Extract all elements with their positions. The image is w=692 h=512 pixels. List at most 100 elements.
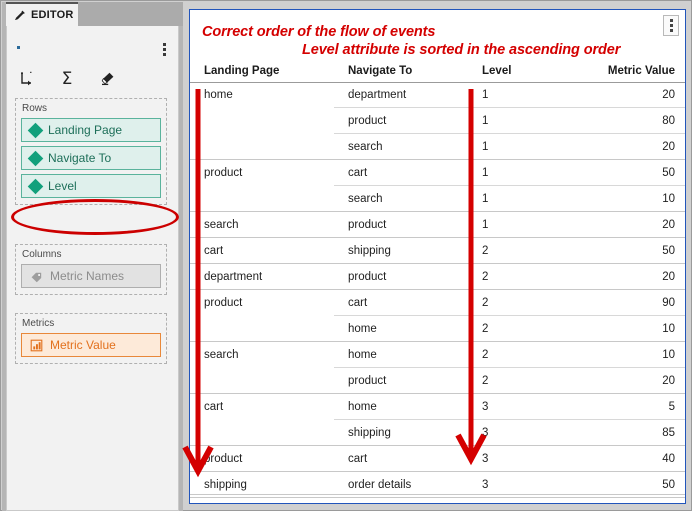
shelf-item-metric-value[interactable]: Metric Value — [21, 333, 161, 357]
cell-navigate: department — [348, 89, 407, 101]
cell-navigate: product — [348, 219, 387, 231]
table-row[interactable]: search 1 20 — [190, 134, 685, 160]
cell-level: 2 — [482, 245, 489, 257]
cell-landing: cart — [204, 245, 224, 257]
cell-level: 3 — [482, 479, 489, 491]
cell-landing: cart — [204, 401, 224, 413]
shelf-item-navigate-to[interactable]: Navigate To — [21, 146, 161, 170]
cell-level: 3 — [482, 453, 489, 465]
cell-metric: 90 — [662, 297, 675, 309]
shelf-metrics: Metrics Metric Value — [15, 313, 167, 364]
cell-level: 2 — [482, 323, 489, 335]
cell-level: 1 — [482, 115, 489, 127]
cell-metric: 10 — [662, 349, 675, 361]
diamond-icon — [27, 150, 44, 166]
editor-panel: EDITOR Σ Rows Landing Page Navigate To L… — [2, 2, 183, 511]
table-row[interactable]: search 1 10 — [190, 186, 685, 212]
cell-navigate: product — [348, 115, 387, 127]
editor-overflow-menu-icon[interactable] — [157, 40, 171, 58]
shelf-columns-title: Columns — [22, 249, 62, 260]
cell-metric: 20 — [662, 141, 675, 153]
table-row[interactable]: product cart 1 50 — [190, 160, 685, 186]
sigma-icon[interactable]: Σ — [57, 69, 77, 89]
cell-level: 1 — [482, 219, 489, 231]
annotation-flow-order: Correct order of the flow of events — [202, 24, 436, 40]
application-window: EDITOR Σ Rows Landing Page Navigate To L… — [0, 0, 692, 511]
shelf-item-level[interactable]: Level — [21, 174, 161, 198]
annotation-level-sorted: Level attribute is sorted in the ascendi… — [302, 42, 621, 58]
cell-navigate: order details — [348, 479, 412, 491]
branch-icon[interactable] — [17, 69, 37, 89]
row-divider — [190, 497, 685, 498]
shelf-item-label: Navigate To — [48, 151, 112, 165]
cell-navigate: shipping — [348, 245, 391, 257]
cell-landing: search — [204, 219, 239, 231]
shelf-item-label: Metric Names — [50, 269, 125, 283]
cell-metric: 50 — [662, 479, 675, 491]
cell-metric: 10 — [662, 323, 675, 335]
table-row[interactable]: home 2 10 — [190, 316, 685, 342]
cell-navigate: home — [348, 401, 377, 413]
table-row[interactable]: product 1 80 — [190, 108, 685, 134]
cell-level: 2 — [482, 297, 489, 309]
cell-metric: 20 — [662, 375, 675, 387]
column-header-level[interactable]: Level — [482, 65, 511, 77]
diamond-icon — [27, 178, 44, 194]
table-row[interactable]: home department 1 20 — [190, 82, 685, 108]
cell-level: 1 — [482, 193, 489, 205]
cell-level: 1 — [482, 89, 489, 101]
table-row[interactable]: shipping 3 85 — [190, 420, 685, 446]
cell-navigate: cart — [348, 297, 368, 309]
table-row[interactable]: cart home 3 5 — [190, 394, 685, 420]
cell-metric: 20 — [662, 89, 675, 101]
cell-metric: 50 — [662, 167, 675, 179]
cell-navigate: home — [348, 323, 377, 335]
table-overflow-menu-icon[interactable] — [663, 15, 679, 36]
shelf-metrics-title: Metrics — [22, 318, 55, 329]
shelf-rows-title: Rows — [22, 103, 48, 114]
cell-level: 2 — [482, 375, 489, 387]
column-header-landing-page[interactable]: Landing Page — [204, 65, 279, 77]
cell-navigate: cart — [348, 453, 368, 465]
cell-metric: 5 — [668, 401, 675, 413]
table-row[interactable]: product cart 3 40 — [190, 446, 685, 472]
shelf-item-label: Landing Page — [48, 123, 123, 137]
column-header-metric-value[interactable]: Metric Value — [608, 65, 675, 77]
cell-level: 2 — [482, 349, 489, 361]
cell-metric: 50 — [662, 245, 675, 257]
cell-metric: 85 — [662, 427, 675, 439]
shelf-item-landing-page[interactable]: Landing Page — [21, 118, 161, 142]
eraser-icon[interactable] — [97, 69, 117, 89]
cell-level: 3 — [482, 401, 489, 413]
column-header-navigate-to[interactable]: Navigate To — [348, 65, 412, 77]
table-bottom-divider — [190, 494, 685, 495]
shelf-item-label: Metric Value — [50, 338, 116, 352]
editor-toolbar: Σ — [17, 66, 167, 92]
bar-chart-icon — [30, 339, 43, 352]
shelf-columns: Columns Metric Names — [15, 244, 167, 295]
table-row[interactable]: product cart 2 90 — [190, 290, 685, 316]
cell-navigate: search — [348, 141, 383, 153]
table-row[interactable]: cart shipping 2 50 — [190, 238, 685, 264]
editor-status-dot — [17, 46, 20, 49]
shelf-rows: Rows Landing Page Navigate To Level — [15, 98, 167, 205]
table-row[interactable]: search home 2 10 — [190, 342, 685, 368]
cell-navigate: search — [348, 193, 383, 205]
table-header-row: Landing Page Navigate To Level Metric Va… — [190, 65, 685, 83]
cell-navigate: home — [348, 349, 377, 361]
cell-level: 1 — [482, 141, 489, 153]
cell-navigate: product — [348, 271, 387, 283]
table-row[interactable]: product 2 20 — [190, 368, 685, 394]
cell-navigate: product — [348, 375, 387, 387]
tab-secondary[interactable] — [78, 2, 183, 26]
tag-icon — [30, 270, 43, 283]
editor-tabbar: EDITOR — [2, 2, 183, 26]
tab-editor[interactable]: EDITOR — [6, 2, 78, 26]
table-row[interactable]: search product 1 20 — [190, 212, 685, 238]
cell-level: 3 — [482, 427, 489, 439]
diamond-icon — [27, 122, 44, 138]
table-body: home department 1 20 product 1 80 search 1 20 prod… — [190, 82, 685, 502]
shelf-item-metric-names[interactable]: Metric Names — [21, 264, 161, 288]
table-row[interactable]: department product 2 20 — [190, 264, 685, 290]
tab-editor-label: EDITOR — [31, 9, 74, 21]
